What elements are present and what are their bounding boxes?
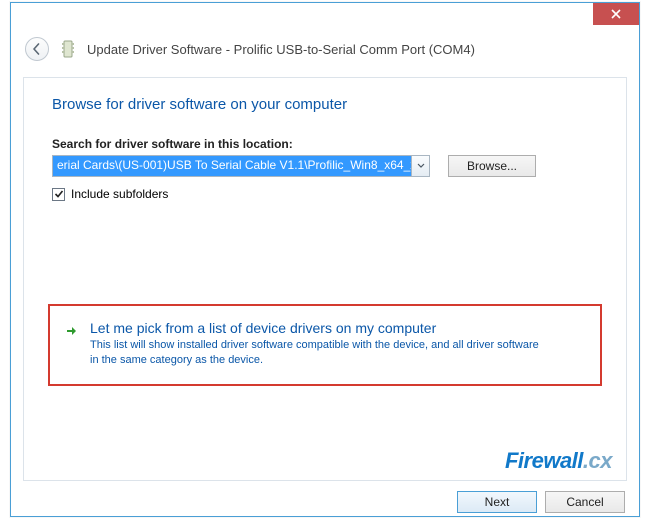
pick-from-list-option[interactable]: Let me pick from a list of device driver… (48, 304, 602, 386)
checkmark-icon (54, 189, 64, 199)
header-row: Update Driver Software - Prolific USB-to… (11, 31, 639, 71)
cancel-button[interactable]: Cancel (545, 491, 625, 513)
watermark-suffix: .cx (583, 448, 612, 473)
option-title: Let me pick from a list of device driver… (90, 320, 550, 336)
path-combobox[interactable]: erial Cards\(US-001)USB To Serial Cable … (52, 155, 430, 177)
next-button[interactable]: Next (457, 491, 537, 513)
path-dropdown-button[interactable] (411, 156, 429, 176)
watermark-brand: Firewall (505, 448, 583, 473)
chevron-down-icon (417, 163, 425, 169)
page-heading: Browse for driver software on your compu… (52, 96, 598, 113)
dialog-title: Update Driver Software - Prolific USB-to… (87, 42, 475, 57)
titlebar (11, 3, 639, 31)
include-subfolders-checkbox[interactable] (52, 188, 65, 201)
back-button[interactable] (25, 37, 49, 61)
include-subfolders-label: Include subfolders (71, 187, 168, 201)
browse-button[interactable]: Browse... (448, 155, 536, 177)
driver-chip-icon (59, 38, 77, 60)
close-button[interactable] (593, 3, 639, 25)
back-arrow-icon (31, 43, 43, 55)
watermark: Firewall.cx (505, 448, 612, 474)
search-location-label: Search for driver software in this locat… (52, 137, 598, 151)
arrow-right-icon (64, 323, 80, 339)
close-icon (611, 9, 621, 19)
dialog-window: Update Driver Software - Prolific USB-to… (10, 2, 640, 517)
option-description: This list will show installed driver sof… (90, 338, 550, 368)
path-row: erial Cards\(US-001)USB To Serial Cable … (52, 155, 598, 177)
path-value[interactable]: erial Cards\(US-001)USB To Serial Cable … (53, 156, 411, 176)
dialog-footer: Next Cancel (11, 481, 639, 513)
include-subfolders-row[interactable]: Include subfolders (52, 187, 598, 201)
content-area: Browse for driver software on your compu… (23, 77, 627, 481)
